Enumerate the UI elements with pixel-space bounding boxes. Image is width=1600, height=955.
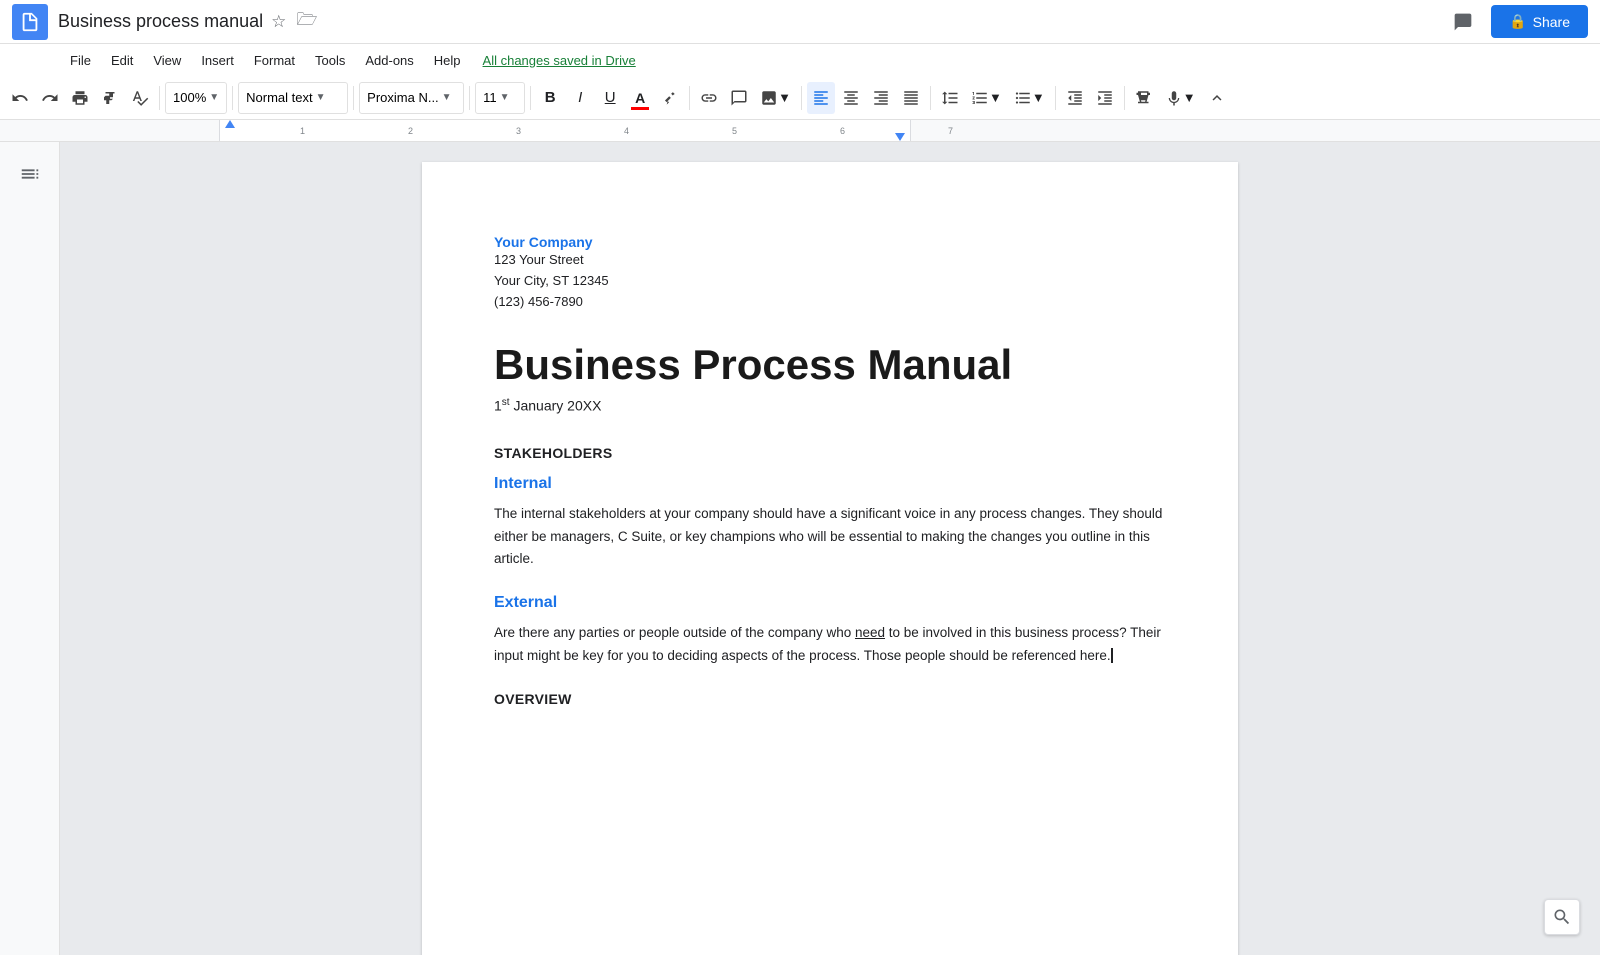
toolbar-divider-7 — [801, 86, 802, 110]
font-value: Proxima N... — [367, 90, 439, 105]
font-chevron: ▼ — [442, 92, 452, 103]
text-cursor — [1111, 648, 1113, 663]
internal-body-text: The internal stakeholders at your compan… — [494, 503, 1166, 570]
menu-file[interactable]: File — [60, 49, 101, 72]
doc-icon — [12, 4, 48, 40]
floating-assist-button[interactable] — [1544, 899, 1580, 935]
menu-insert[interactable]: Insert — [191, 49, 244, 72]
zoom-value: 100% — [173, 90, 206, 105]
link-button[interactable] — [695, 82, 723, 114]
comment-icon[interactable] — [1445, 4, 1481, 40]
internal-heading: Internal — [494, 475, 1166, 493]
zoom-select[interactable]: 100% ▼ — [165, 82, 227, 114]
menu-addons[interactable]: Add-ons — [355, 49, 423, 72]
star-icon[interactable]: ☆ — [271, 12, 286, 32]
company-name: Your Company — [494, 234, 1166, 250]
share-lock-icon: 🔒 — [1509, 13, 1526, 30]
toolbar-divider-4 — [469, 86, 470, 110]
align-left-button[interactable] — [807, 82, 835, 114]
title-icons: ☆ 🗁 — [271, 7, 317, 36]
font-select[interactable]: Proxima N... ▼ — [359, 82, 464, 114]
menu-view[interactable]: View — [143, 49, 191, 72]
numbered-list-button[interactable]: ▼ — [966, 82, 1007, 114]
image-button[interactable]: ▼ — [755, 82, 796, 114]
align-right-button[interactable] — [867, 82, 895, 114]
menu-format[interactable]: Format — [244, 49, 305, 72]
toolbar-divider-10 — [1124, 86, 1125, 110]
align-center-button[interactable] — [837, 82, 865, 114]
paint-format-button[interactable] — [96, 82, 124, 114]
share-button[interactable]: 🔒 Share — [1491, 5, 1588, 38]
voice-typing-button[interactable]: ▼ — [1160, 82, 1201, 114]
text-color-a: A — [635, 90, 645, 106]
style-chevron: ▼ — [316, 92, 326, 103]
ruler-tab-left[interactable] — [225, 120, 235, 128]
external-text-part1: Are there any parties or people outside … — [494, 625, 855, 640]
italic-button[interactable]: I — [566, 82, 594, 114]
toolbar-divider-2 — [232, 86, 233, 110]
ruler-tab-right[interactable] — [895, 133, 905, 141]
indent-decrease-button[interactable] — [1061, 82, 1089, 114]
expand-toolbar-button[interactable] — [1203, 82, 1231, 114]
underline-button[interactable]: U — [596, 82, 624, 114]
company-address-2: Your City, ST 12345 — [494, 271, 1166, 292]
fontsize-chevron: ▼ — [500, 92, 510, 103]
document-page: Your Company 123 Your Street Your City, … — [422, 162, 1238, 955]
undo-button[interactable] — [6, 82, 34, 114]
text-color-button[interactable]: A — [626, 82, 654, 114]
overview-heading: OVERVIEW — [494, 691, 1166, 707]
bold-button[interactable]: B — [536, 82, 564, 114]
redo-button[interactable] — [36, 82, 64, 114]
document-canvas: Your Company 123 Your Street Your City, … — [60, 142, 1600, 955]
toolbar-divider-9 — [1055, 86, 1056, 110]
autosave-status[interactable]: All changes saved in Drive — [483, 53, 636, 68]
toolbar-divider-1 — [159, 86, 160, 110]
share-label: Share — [1533, 14, 1570, 30]
toolbar-divider-8 — [930, 86, 931, 110]
ruler: 1 2 3 4 5 6 7 — [219, 120, 911, 141]
menu-tools[interactable]: Tools — [305, 49, 355, 72]
print-button[interactable] — [66, 82, 94, 114]
style-select[interactable]: Normal text ▼ — [238, 82, 348, 114]
bullet-list-button[interactable]: ▼ — [1009, 82, 1050, 114]
fontsize-value: 11 — [483, 90, 497, 105]
zoom-chevron: ▼ — [209, 92, 219, 103]
stakeholders-heading: STAKEHOLDERS — [494, 445, 1166, 461]
line-spacing-button[interactable] — [936, 82, 964, 114]
toolbar-divider-6 — [689, 86, 690, 110]
company-address-1: 123 Your Street — [494, 250, 1166, 271]
toolbar-divider-3 — [353, 86, 354, 110]
folder-icon[interactable]: 🗁 — [296, 7, 317, 36]
toolbar-divider-5 — [530, 86, 531, 110]
outline-button[interactable] — [10, 154, 50, 194]
external-underline-word: need — [855, 625, 885, 640]
highlight-button[interactable] — [656, 82, 684, 114]
external-heading: External — [494, 594, 1166, 612]
style-value: Normal text — [246, 90, 312, 105]
indent-increase-button[interactable] — [1091, 82, 1119, 114]
spellcheck-button[interactable] — [126, 82, 154, 114]
menu-edit[interactable]: Edit — [101, 49, 143, 72]
document-main-title: Business Process Manual — [494, 340, 1166, 390]
company-phone: (123) 456-7890 — [494, 292, 1166, 313]
document-date: 1st January 20XX — [494, 397, 1166, 414]
doc-title: Business process manual — [58, 11, 263, 32]
clear-format-button[interactable] — [1130, 82, 1158, 114]
justify-button[interactable] — [897, 82, 925, 114]
menu-help[interactable]: Help — [424, 49, 471, 72]
external-body-text: Are there any parties or people outside … — [494, 622, 1166, 667]
comment-button[interactable] — [725, 82, 753, 114]
fontsize-select[interactable]: 11 ▼ — [475, 82, 525, 114]
